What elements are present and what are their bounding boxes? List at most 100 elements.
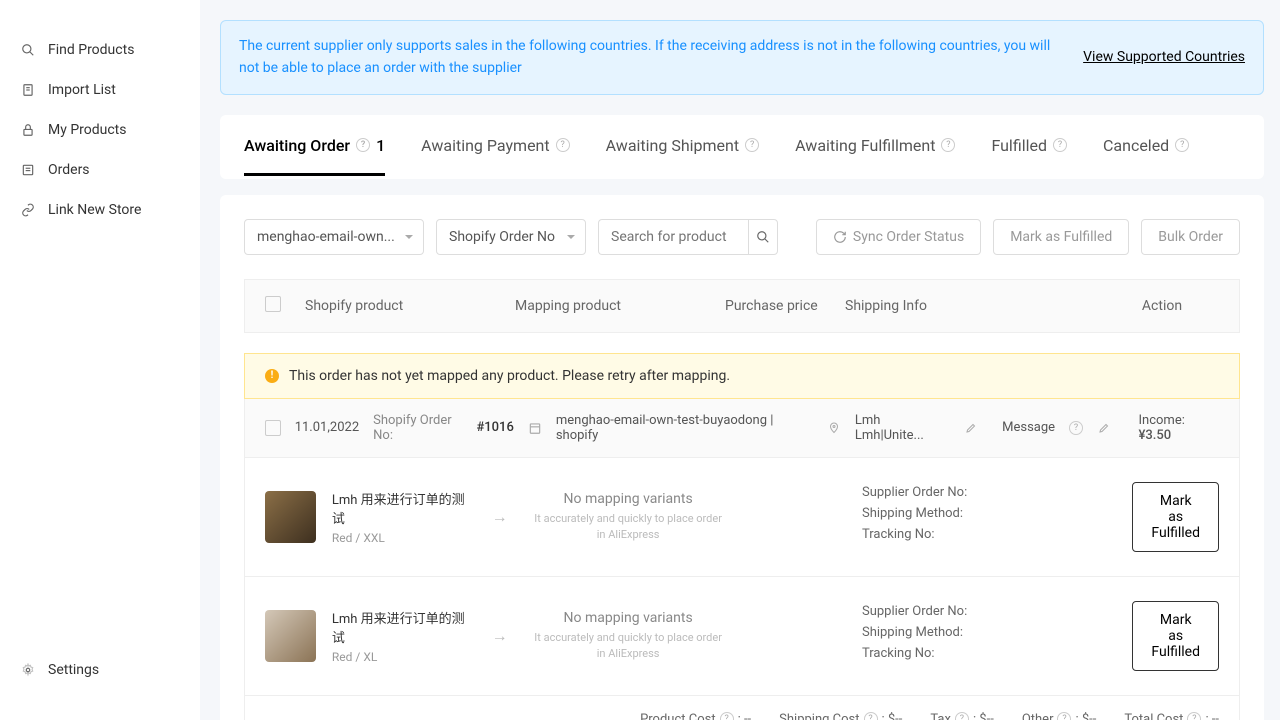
search-icon <box>20 42 36 58</box>
tab-label: Fulfilled <box>991 136 1047 155</box>
other-value: : $-- <box>1075 712 1096 720</box>
total-cost-value: : -- <box>1205 712 1219 720</box>
main-content: The current supplier only supports sales… <box>200 0 1280 720</box>
tab-awaiting-order[interactable]: Awaiting Order ? 1 <box>244 118 385 176</box>
mapping-title: No mapping variants <box>530 491 726 507</box>
sidebar-item-label: Settings <box>48 662 99 678</box>
help-icon[interactable]: ? <box>1069 421 1083 435</box>
warning-bar: ! This order has not yet mapped any prod… <box>244 353 1240 399</box>
order-no: #1016 <box>476 420 513 435</box>
help-icon[interactable]: ? <box>745 138 759 152</box>
order-line-2: Lmh 用来进行订单的测试 Red / XL → No mapping vari… <box>244 577 1240 696</box>
income-value: ¥3.50 <box>1139 428 1172 443</box>
tab-awaiting-fulfillment[interactable]: Awaiting Fulfillment ? <box>795 118 955 176</box>
tab-label: Awaiting Order <box>244 136 350 155</box>
sidebar-item-my-products[interactable]: My Products <box>0 110 200 150</box>
sidebar-item-link-store[interactable]: Link New Store <box>0 190 200 230</box>
search-wrap <box>598 219 778 255</box>
mapping-title: No mapping variants <box>530 610 726 626</box>
help-icon[interactable]: ? <box>955 712 969 720</box>
search-input[interactable] <box>598 219 748 255</box>
order-customer: Lmh Lmh|Unite... <box>855 413 951 443</box>
order-line-1: Lmh 用来进行订单的测试 Red / XXL → No mapping var… <box>244 458 1240 577</box>
tracking-no: Tracking No: <box>862 646 1116 661</box>
product-image <box>265 491 316 543</box>
content-card: menghao-email-own... Shopify Order No Sy… <box>220 195 1264 720</box>
shipping-method: Shipping Method: <box>862 506 1116 521</box>
edit-icon[interactable] <box>1097 421 1111 435</box>
tab-label: Awaiting Fulfillment <box>795 136 935 155</box>
button-label: Sync Order Status <box>853 229 964 245</box>
filters-row: menghao-email-own... Shopify Order No Sy… <box>244 219 1240 255</box>
select-all-checkbox[interactable] <box>265 296 281 312</box>
banner-text: The current supplier only supports sales… <box>239 35 1063 80</box>
list-icon <box>20 162 36 178</box>
sync-order-status-button[interactable]: Sync Order Status <box>816 219 981 255</box>
lock-icon <box>20 122 36 138</box>
tab-fulfilled[interactable]: Fulfilled ? <box>991 118 1067 176</box>
bulk-order-button[interactable]: Bulk Order <box>1141 219 1240 255</box>
table-header: Shopify product Mapping product Purchase… <box>244 279 1240 333</box>
mark-as-fulfilled-button[interactable]: Mark as Fulfilled <box>1132 601 1219 671</box>
product-cost-label: Product Cost <box>640 712 716 720</box>
tab-awaiting-shipment[interactable]: Awaiting Shipment ? <box>606 118 759 176</box>
tab-label: Awaiting Shipment <box>606 136 739 155</box>
shipping-method: Shipping Method: <box>862 625 1116 640</box>
location-icon <box>827 421 841 435</box>
product-variant: Red / XXL <box>332 531 469 545</box>
edit-icon[interactable] <box>964 421 978 435</box>
sidebar-item-label: Find Products <box>48 42 134 58</box>
tab-canceled[interactable]: Canceled ? <box>1103 118 1189 176</box>
order-type-select[interactable]: Shopify Order No <box>436 219 586 255</box>
order-store: menghao-email-own-test-buyaodong | shopi… <box>556 413 813 443</box>
link-icon <box>20 202 36 218</box>
tab-label: Awaiting Payment <box>421 136 549 155</box>
sidebar-item-settings[interactable]: Settings <box>0 650 200 690</box>
help-icon[interactable]: ? <box>356 138 370 152</box>
tabs: Awaiting Order ? 1 Awaiting Payment ? Aw… <box>220 115 1264 179</box>
th-product: Shopify product <box>305 298 515 314</box>
help-icon[interactable]: ? <box>556 138 570 152</box>
supplier-order-no: Supplier Order No: <box>862 604 1116 619</box>
product-variant: Red / XL <box>332 650 469 664</box>
search-button[interactable] <box>748 219 778 255</box>
tax-value: : $-- <box>973 712 994 720</box>
th-price: Purchase price <box>725 298 845 314</box>
info-banner: The current supplier only supports sales… <box>220 20 1264 95</box>
calendar-icon <box>528 421 542 435</box>
sidebar-item-find-products[interactable]: Find Products <box>0 30 200 70</box>
supplier-order-no: Supplier Order No: <box>862 485 1116 500</box>
mark-as-fulfilled-button[interactable]: Mark as Fulfilled <box>1132 482 1219 552</box>
tab-count: 1 <box>376 136 385 155</box>
cost-footer: Product Cost?: -- Shipping Cost?: $-- Ta… <box>244 696 1240 720</box>
sidebar-item-label: Import List <box>48 82 116 98</box>
product-image <box>265 610 316 662</box>
view-supported-countries-link[interactable]: View Supported Countries <box>1083 49 1245 65</box>
arrow-right-icon: → <box>485 626 514 646</box>
order-checkbox[interactable] <box>265 420 281 436</box>
arrow-right-icon: → <box>485 507 514 527</box>
help-icon[interactable]: ? <box>720 712 734 720</box>
sidebar: Find Products Import List My Products Or… <box>0 0 200 720</box>
sidebar-item-import-list[interactable]: Import List <box>0 70 200 110</box>
mark-fulfilled-button[interactable]: Mark as Fulfilled <box>993 219 1129 255</box>
shipping-cost-label: Shipping Cost <box>779 712 859 720</box>
mapping-subtitle: It accurately and quickly to place order… <box>530 630 726 661</box>
product-name: Lmh 用来进行订单的测试 <box>332 489 469 527</box>
help-icon[interactable]: ? <box>941 138 955 152</box>
th-shipping: Shipping Info <box>845 298 1105 314</box>
help-icon[interactable]: ? <box>1175 138 1189 152</box>
other-label: Other <box>1022 712 1054 720</box>
product-name: Lmh 用来进行订单的测试 <box>332 608 469 646</box>
help-icon[interactable]: ? <box>1057 712 1071 720</box>
sidebar-item-label: Orders <box>48 162 90 178</box>
tracking-no: Tracking No: <box>862 527 1116 542</box>
store-select[interactable]: menghao-email-own... <box>244 219 424 255</box>
help-icon[interactable]: ? <box>864 712 878 720</box>
tab-awaiting-payment[interactable]: Awaiting Payment ? <box>421 118 569 176</box>
sidebar-item-label: Link New Store <box>48 202 141 218</box>
help-icon[interactable]: ? <box>1187 712 1201 720</box>
total-cost-label: Total Cost <box>1124 712 1183 720</box>
sidebar-item-orders[interactable]: Orders <box>0 150 200 190</box>
help-icon[interactable]: ? <box>1053 138 1067 152</box>
